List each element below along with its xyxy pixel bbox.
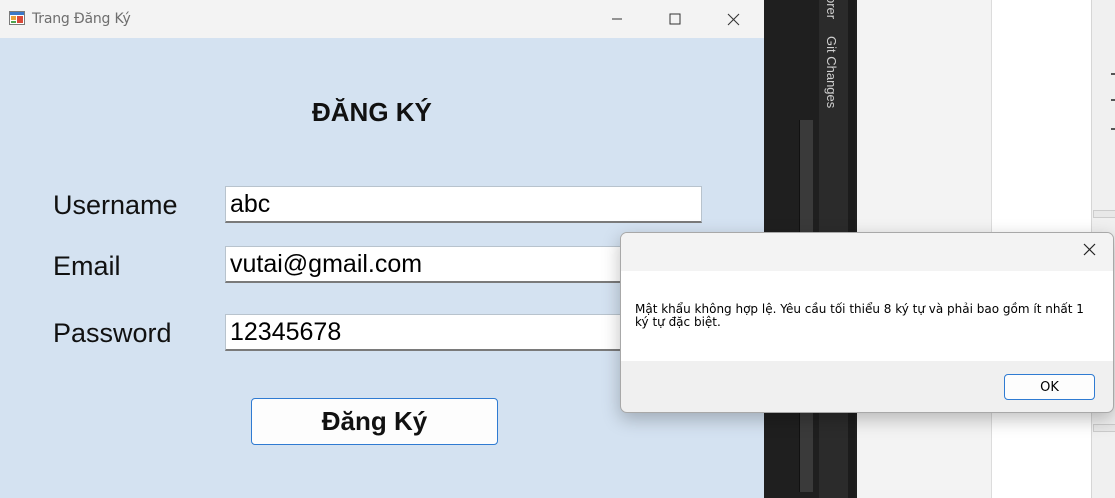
ide-text-fragment [1111,99,1115,101]
ide-text-fragment [1111,128,1115,130]
window-thumbnail [1093,210,1115,218]
minimize-button[interactable] [588,0,646,38]
email-label: Email [53,251,121,281]
ide-tab-git-changes[interactable]: Git Changes [824,36,839,108]
window-titlebar[interactable]: Trang Đăng Ký [0,0,764,38]
username-input[interactable]: abc [225,186,702,223]
ide-text-fragment [1111,73,1115,75]
maximize-icon [669,13,681,25]
ok-button[interactable]: OK [1004,374,1095,400]
error-message-dialog: Mật khẩu không hợp lệ. Yêu cầu tối thiểu… [620,232,1114,413]
dialog-close-button[interactable] [1065,233,1113,271]
register-button[interactable]: Đăng Ký [251,398,498,445]
app-window-icon [9,11,25,25]
username-label: Username [53,190,178,220]
dialog-body: Mật khẩu không hợp lệ. Yêu cầu tối thiểu… [621,271,1113,361]
dialog-message: Mật khẩu không hợp lệ. Yêu cầu tối thiểu… [635,302,1084,329]
close-icon [1083,243,1096,261]
window-thumbnail [1093,424,1115,432]
close-icon [727,13,740,26]
minimize-icon [611,13,623,25]
window-title: Trang Đăng Ký [32,11,131,27]
password-label: Password [53,318,172,348]
dialog-titlebar[interactable] [621,233,1113,271]
form-heading: ĐĂNG KÝ [312,97,432,127]
ide-tab-explorer[interactable]: orer [824,0,839,19]
close-button[interactable] [704,0,762,38]
maximize-button[interactable] [646,0,704,38]
